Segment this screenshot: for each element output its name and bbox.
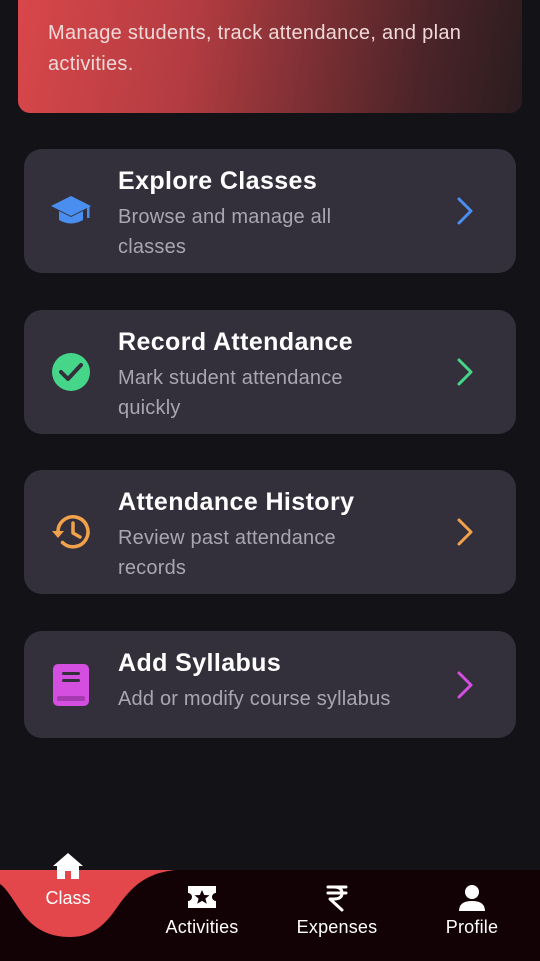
chevron-right-icon [457,197,473,225]
book-icon [50,663,92,706]
explore-classes-card[interactable]: Explore Classes Browse and manage all cl… [24,149,516,273]
nav-label: Expenses [296,917,378,937]
record-attendance-card[interactable]: Record Attendance Mark student attendanc… [24,310,516,434]
card-title: Attendance History [118,488,355,516]
chevron-right-icon [457,518,473,546]
card-subtitle: Mark student attendance quickly [118,367,343,419]
chevron-right-icon [457,671,473,698]
chevron-right-icon [457,358,473,386]
graduation-cap-icon [50,190,92,232]
nav-profile[interactable]: Profile [407,870,537,961]
nav-expenses[interactable]: Expenses [272,870,402,961]
check-circle-icon [50,351,92,393]
add-syllabus-card[interactable]: Add Syllabus Add or modify course syllab… [24,631,516,738]
attendance-history-card[interactable]: Attendance History Review past attendanc… [24,470,516,594]
header-description: Manage students, track attendance, and p… [48,22,462,75]
card-title: Record Attendance [118,328,354,356]
home-icon [53,853,83,879]
history-icon [50,511,92,553]
card-subtitle: Review past attendance records [118,527,336,579]
person-icon [459,885,485,911]
header-banner: Manage students, track attendance, and p… [18,0,522,113]
card-subtitle: Add or modify course syllabus [118,688,391,710]
card-title: Add Syllabus [118,649,282,677]
card-title: Explore Classes [118,167,318,195]
card-subtitle: Browse and manage all classes [118,206,332,258]
nav-label: Profile [445,917,499,937]
rupee-icon [326,885,348,912]
nav-label: Class [45,888,91,908]
